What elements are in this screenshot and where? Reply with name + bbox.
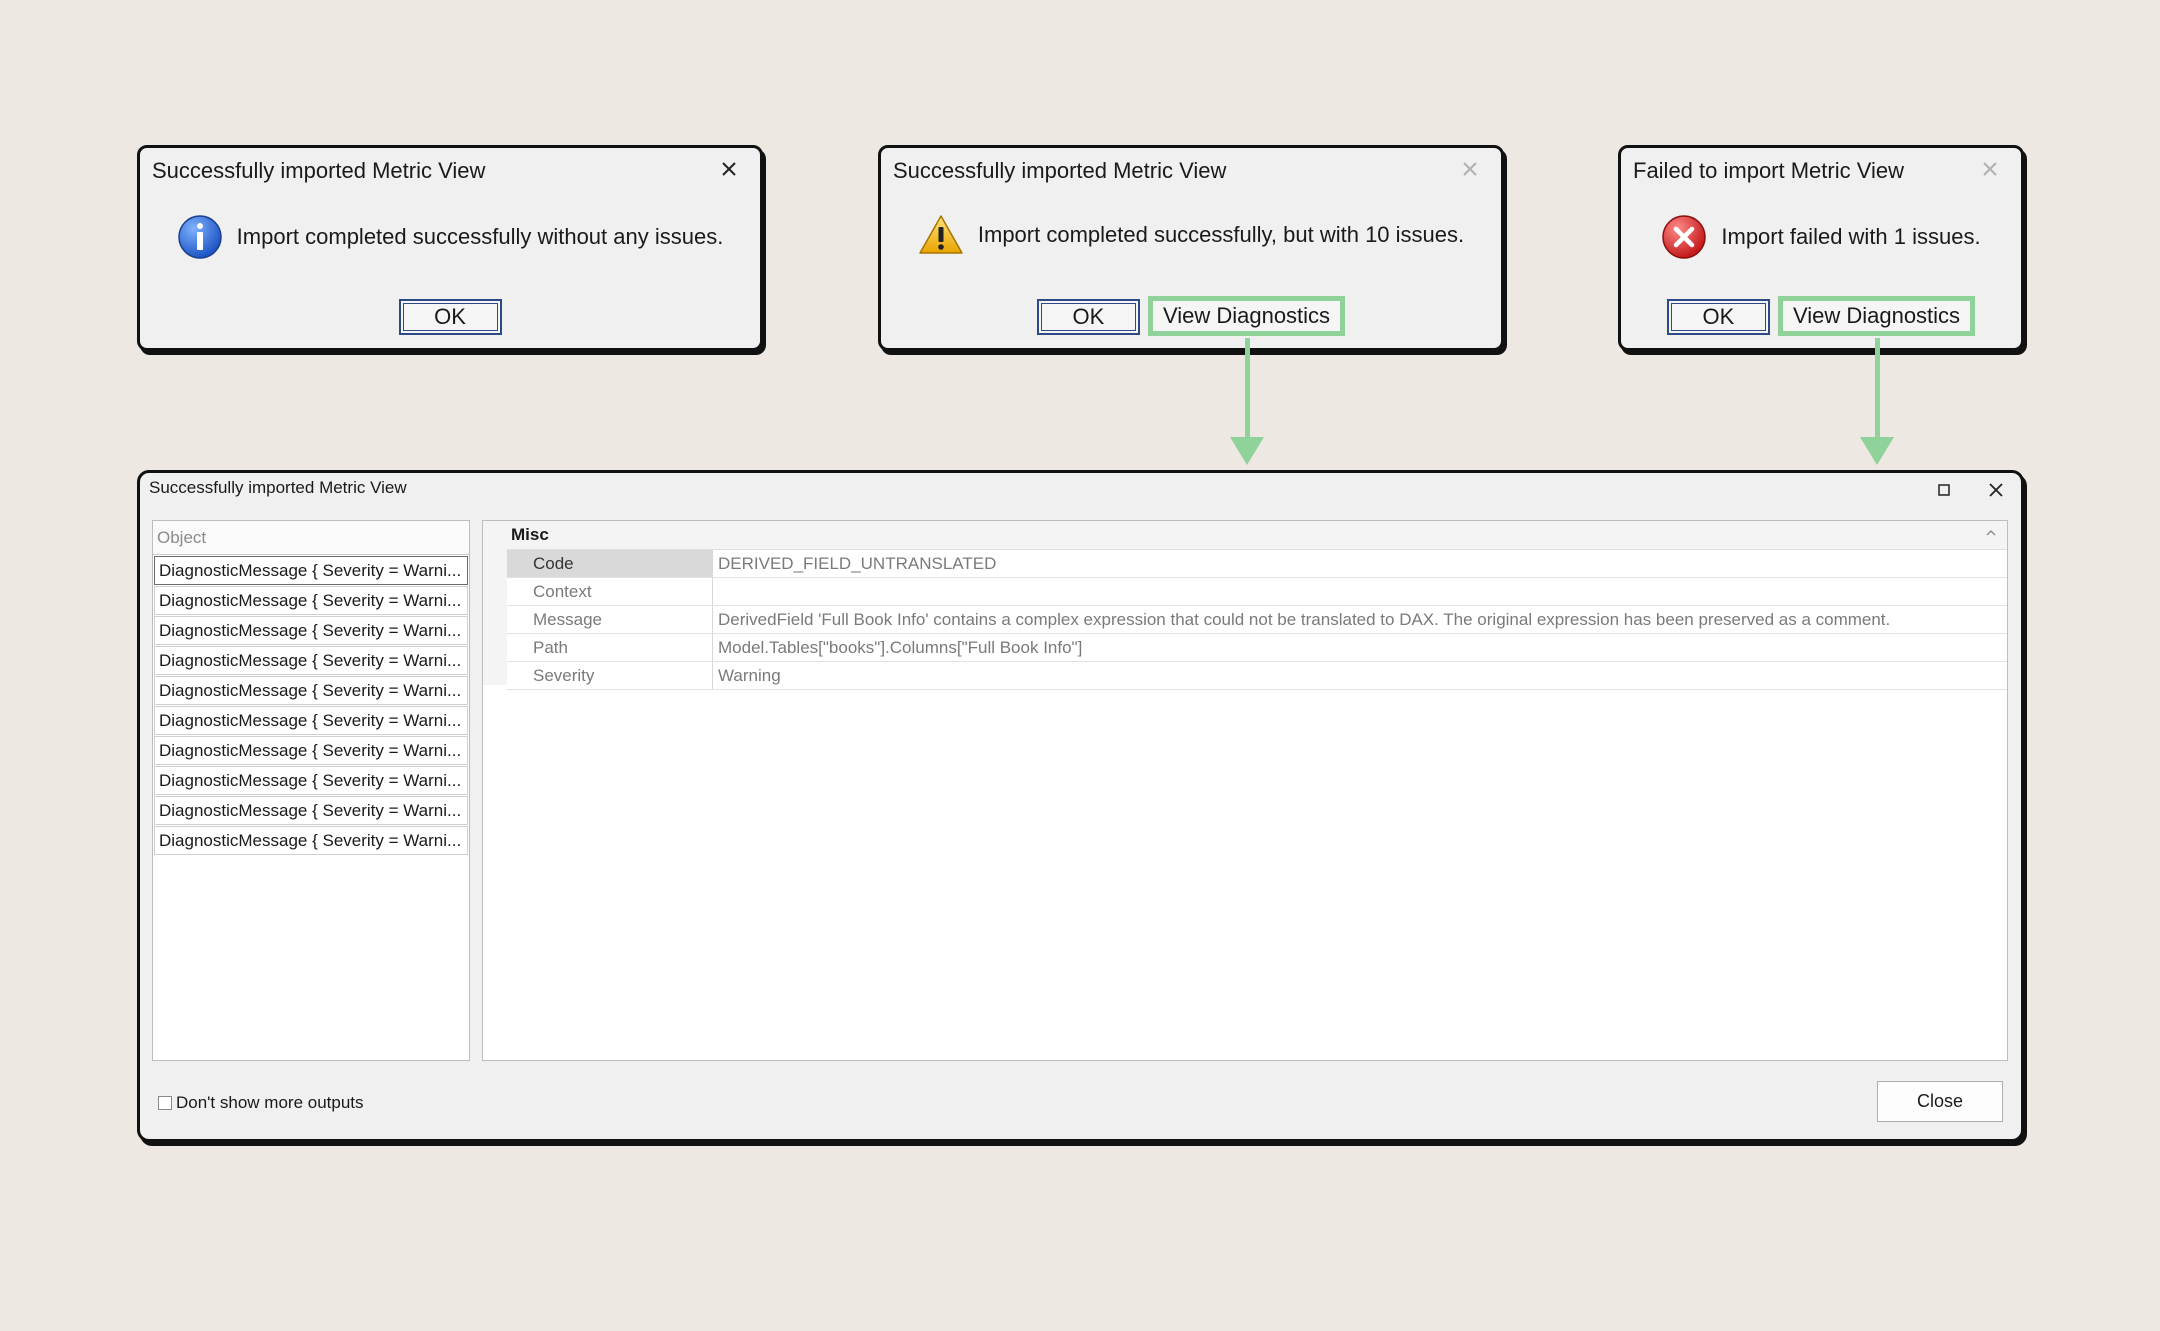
warning-icon bbox=[919, 215, 963, 254]
dialog-title: Successfully imported Metric View bbox=[152, 158, 486, 183]
property-row[interactable]: Code DERIVED_FIELD_UNTRANSLATED bbox=[507, 550, 2007, 578]
close-icon[interactable] bbox=[1457, 156, 1483, 182]
window-title: Successfully imported Metric View bbox=[149, 478, 407, 497]
connector-line bbox=[1875, 338, 1880, 438]
object-list-item[interactable]: DiagnosticMessage { Severity = Warni... bbox=[154, 586, 468, 615]
ok-button[interactable]: OK bbox=[398, 299, 502, 335]
property-row[interactable]: Message DerivedField 'Full Book Info' con… bbox=[507, 606, 2007, 634]
arrow-down-icon bbox=[1860, 437, 1894, 465]
property-name: Path bbox=[507, 634, 713, 661]
dont-show-label: Don't show more outputs bbox=[176, 1093, 364, 1112]
error-dialog: Failed to import Metric View Import fail… bbox=[1618, 145, 2024, 351]
dont-show-option[interactable]: Don't show more outputs bbox=[158, 1093, 364, 1113]
maximize-icon[interactable] bbox=[1933, 479, 1955, 501]
warning-dialog: Successfully imported Metric View Import… bbox=[878, 145, 1504, 351]
chevron-up-icon[interactable] bbox=[1983, 525, 1999, 541]
dialog-title: Failed to import Metric View bbox=[1633, 158, 1905, 183]
property-name: Context bbox=[507, 578, 713, 605]
category-label: Misc bbox=[511, 525, 549, 544]
object-list-item[interactable]: DiagnosticMessage { Severity = Warni... bbox=[154, 646, 468, 675]
success-dialog: Successfully imported Metric View Import… bbox=[137, 145, 763, 351]
property-row[interactable]: Context bbox=[507, 578, 2007, 606]
object-list-item[interactable]: DiagnosticMessage { Severity = Warni... bbox=[154, 616, 468, 645]
diagnostics-window: Successfully imported Metric View Object… bbox=[137, 470, 2024, 1142]
close-icon[interactable] bbox=[1977, 156, 2003, 182]
close-icon[interactable] bbox=[716, 156, 742, 182]
object-list-item[interactable]: DiagnosticMessage { Severity = Warni... bbox=[154, 736, 468, 765]
close-button[interactable]: Close bbox=[1877, 1081, 2003, 1122]
object-list-item[interactable]: DiagnosticMessage { Severity = Warni... bbox=[154, 766, 468, 795]
dialog-title: Successfully imported Metric View bbox=[893, 158, 1227, 183]
property-row[interactable]: Severity Warning bbox=[507, 662, 2007, 690]
arrow-down-icon bbox=[1230, 437, 1264, 465]
property-value: Warning bbox=[718, 665, 781, 685]
object-list-item[interactable]: DiagnosticMessage { Severity = Warni... bbox=[154, 796, 468, 825]
property-name: Severity bbox=[507, 662, 713, 689]
property-name: Code bbox=[507, 550, 713, 577]
property-row[interactable]: Path Model.Tables["books"].Columns["Full … bbox=[507, 634, 2007, 662]
close-icon[interactable] bbox=[1985, 479, 2007, 501]
property-value: DerivedField 'Full Book Info' contains a… bbox=[718, 609, 1891, 629]
object-list-item[interactable]: DiagnosticMessage { Severity = Warni... bbox=[154, 706, 468, 735]
view-diagnostics-button[interactable]: View Diagnostics bbox=[1147, 296, 1346, 336]
ok-button[interactable]: OK bbox=[1036, 299, 1140, 335]
property-gutter bbox=[483, 549, 507, 685]
object-column-header: Object bbox=[153, 521, 469, 555]
property-value: DERIVED_FIELD_UNTRANSLATED bbox=[718, 553, 997, 573]
object-list-item[interactable]: DiagnosticMessage { Severity = Warni... bbox=[154, 676, 468, 705]
property-name: Message bbox=[507, 606, 713, 633]
error-icon bbox=[1662, 215, 1707, 259]
dont-show-checkbox[interactable] bbox=[158, 1096, 172, 1110]
dialog-message: Import completed successfully without an… bbox=[236, 224, 724, 249]
view-diagnostics-button[interactable]: View Diagnostics bbox=[1777, 296, 1976, 336]
object-list-item[interactable]: DiagnosticMessage { Severity = Warni... bbox=[154, 826, 468, 855]
dialog-message: Import completed successfully, but with … bbox=[977, 222, 1465, 247]
ok-button[interactable]: OK bbox=[1666, 299, 1770, 335]
property-value: Model.Tables["books"].Columns["Full Book… bbox=[718, 637, 1083, 657]
object-list-item[interactable]: DiagnosticMessage { Severity = Warni... bbox=[154, 556, 468, 585]
category-misc[interactable]: Misc bbox=[483, 521, 2007, 550]
property-grid: Misc Code DERIVED_FIELD_UNTRANSLATED Conte… bbox=[482, 520, 2008, 1061]
property-value bbox=[713, 578, 2007, 605]
connector-line bbox=[1245, 338, 1250, 438]
info-icon bbox=[177, 215, 222, 259]
object-list: Object DiagnosticMessage { Severity = Wa… bbox=[152, 520, 470, 1061]
dialog-message: Import failed with 1 issues. bbox=[1721, 224, 1981, 249]
